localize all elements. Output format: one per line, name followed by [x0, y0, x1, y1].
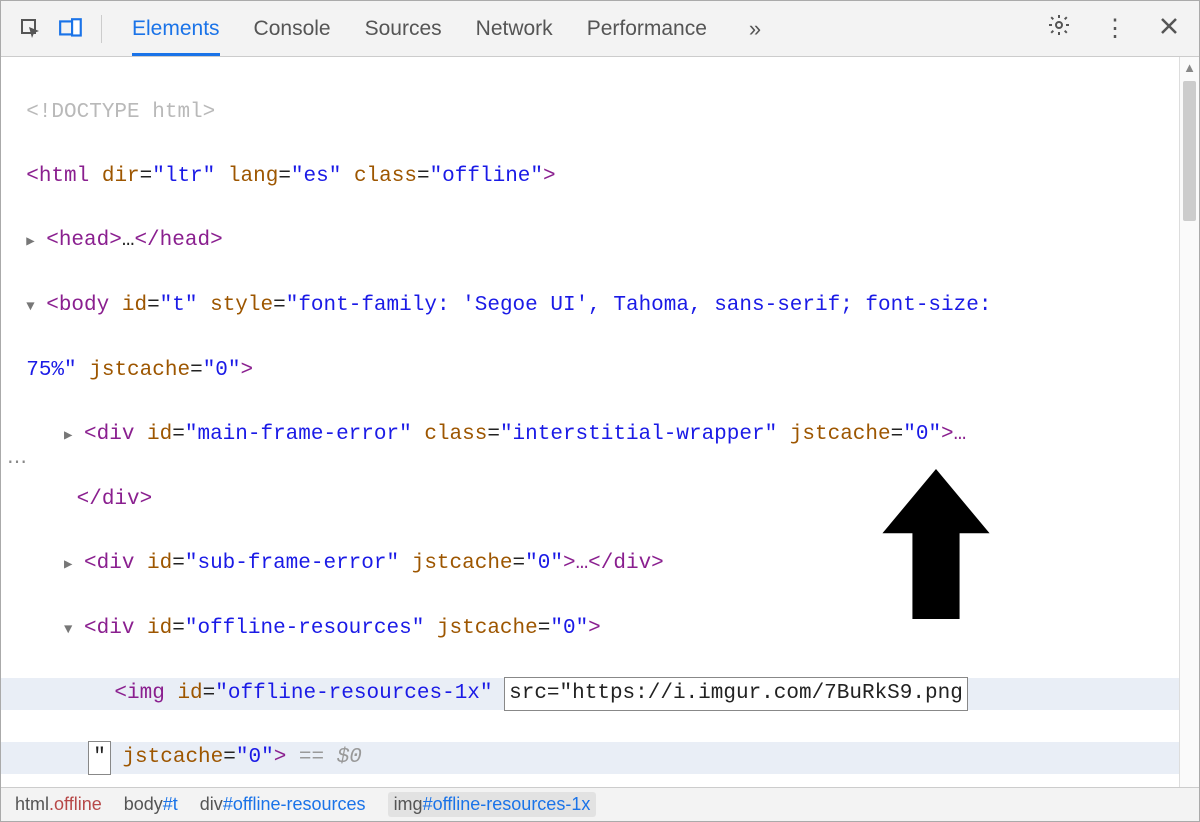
sub-frame-error-line[interactable]: ▶<div id="sub-frame-error" jstcache="0">… [1, 548, 1179, 581]
more-tabs-icon[interactable]: » [739, 16, 771, 42]
devtools-window: Elements Console Sources Network Perform… [0, 0, 1200, 822]
main-frame-error-line[interactable]: ▶<div id="main-frame-error" class="inter… [1, 419, 1179, 452]
dom-tree[interactable]: <!DOCTYPE html> <html dir="ltr" lang="es… [1, 57, 1179, 787]
expand-icon[interactable]: ▶ [64, 420, 78, 452]
collapse-icon[interactable]: ▼ [26, 291, 40, 323]
devtools-tabs: Elements Console Sources Network Perform… [132, 3, 707, 55]
breadcrumb-html[interactable]: html.offline [15, 794, 102, 815]
elements-breadcrumb: html.offline body#t div#offline-resource… [1, 787, 1199, 821]
kebab-menu-icon[interactable]: ⋮ [1095, 14, 1135, 43]
tab-network[interactable]: Network [476, 3, 553, 55]
breadcrumb-img-1x[interactable]: img#offline-resources-1x [388, 792, 597, 817]
expand-icon[interactable]: ▶ [26, 226, 40, 258]
src-edit-input[interactable]: src="https://i.imgur.com/7BuRkS9.png [505, 678, 967, 710]
main-frame-error-close[interactable]: </div> [1, 484, 1179, 516]
doctype-text: <!DOCTYPE html> [26, 101, 215, 124]
tab-console[interactable]: Console [254, 3, 331, 55]
device-toolbar-icon[interactable] [53, 11, 89, 47]
tab-sources[interactable]: Sources [365, 3, 442, 55]
breadcrumb-body[interactable]: body#t [124, 794, 178, 815]
doctype-line[interactable]: <!DOCTYPE html> [1, 97, 1179, 129]
scroll-up-icon[interactable]: ▲ [1180, 57, 1199, 79]
offline-resources-line[interactable]: ▼<div id="offline-resources" jstcache="0… [1, 613, 1179, 646]
breadcrumb-div-offline-resources[interactable]: div#offline-resources [200, 794, 366, 815]
close-icon[interactable] [1151, 15, 1187, 43]
dollar-zero-indicator: == $0 [286, 746, 362, 769]
vertical-scrollbar[interactable]: ▲ [1179, 57, 1199, 787]
elements-panel: ⋯ <!DOCTYPE html> <html dir="ltr" lang="… [1, 57, 1199, 787]
settings-gear-icon[interactable] [1039, 13, 1079, 44]
expand-icon[interactable]: ▶ [64, 549, 78, 581]
body-open-line-2[interactable]: 75%" jstcache="0"> [1, 355, 1179, 387]
tab-performance[interactable]: Performance [587, 3, 707, 55]
devtools-toolbar: Elements Console Sources Network Perform… [1, 1, 1199, 57]
toolbar-right: ⋮ [1039, 13, 1187, 44]
html-open-line[interactable]: <html dir="ltr" lang="es" class="offline… [1, 161, 1179, 193]
head-line[interactable]: ▶<head>…</head> [1, 225, 1179, 258]
body-open-line-1[interactable]: ▼<body id="t" style="font-family: 'Segoe… [1, 290, 1179, 323]
inspect-element-icon[interactable] [13, 11, 49, 47]
toolbar-divider [101, 15, 102, 43]
img-1x-line-selected[interactable]: <img id="offline-resources-1x" src="http… [1, 678, 1179, 710]
collapse-icon[interactable]: ▼ [64, 614, 78, 646]
gutter-ellipsis-icon: ⋯ [7, 449, 27, 474]
src-edit-input-end[interactable]: " [89, 742, 110, 774]
scroll-thumb[interactable] [1183, 81, 1196, 221]
img-1x-line-2[interactable]: " jstcache="0"> == $0 [1, 742, 1179, 774]
tab-elements[interactable]: Elements [132, 3, 220, 55]
